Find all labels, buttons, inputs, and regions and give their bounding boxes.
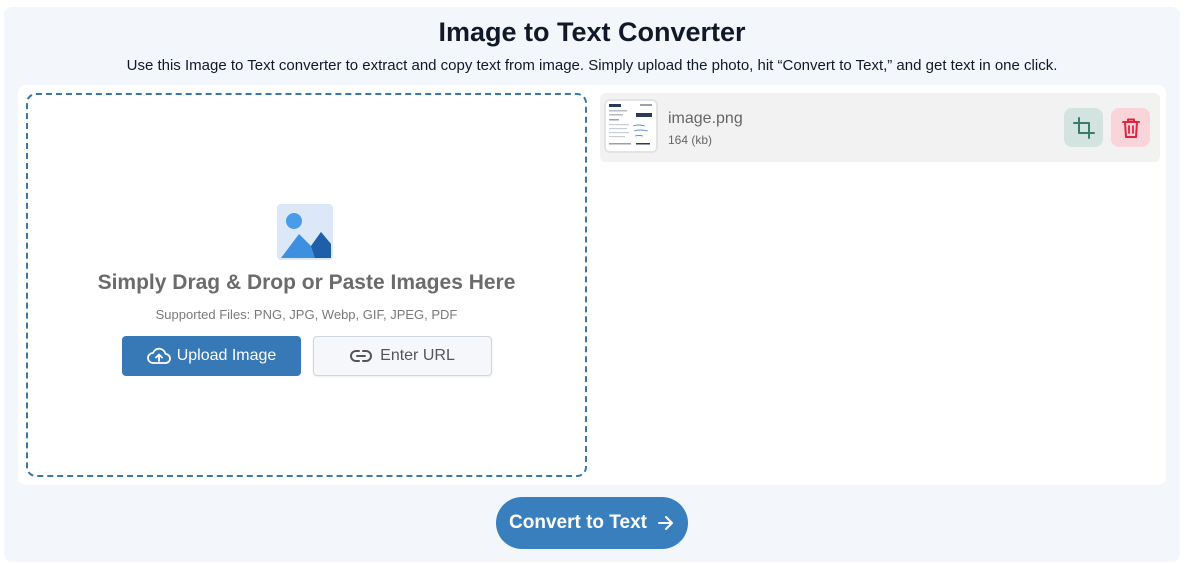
arrow-right-icon [657,515,675,531]
upload-image-label: Upload Image [176,347,277,364]
workspace: Simply Drag & Drop or Paste Images Here … [18,85,1166,485]
trash-icon [1121,117,1141,139]
uploaded-file-item: image.png 164 (kb) [600,93,1160,162]
crop-icon [1072,116,1095,139]
page-subtitle: Use this Image to Text converter to extr… [126,57,1058,74]
crop-button[interactable] [1064,108,1103,147]
drop-zone[interactable]: Simply Drag & Drop or Paste Images Here … [26,93,587,477]
converter-panel: Image to Text Converter Use this Image t… [4,7,1180,562]
enter-url-button[interactable]: Enter URL [313,336,492,376]
convert-to-text-button[interactable]: Convert to Text [496,497,688,549]
supported-files-text: Supported Files: PNG, JPG, Webp, GIF, JP… [155,307,458,322]
page-title: Image to Text Converter [438,17,746,47]
link-icon [350,349,373,363]
drop-heading: Simply Drag & Drop or Paste Images Here [97,271,516,294]
file-size: 164 (kb) [668,133,713,147]
delete-button[interactable] [1111,108,1150,147]
file-thumbnail [604,99,658,153]
convert-to-text-label: Convert to Text [509,512,647,533]
cloud-upload-icon [146,347,171,365]
image-placeholder-icon [277,204,333,260]
enter-url-label: Enter URL [380,347,455,364]
upload-image-button[interactable]: Upload Image [122,336,301,376]
file-name: image.png [668,110,743,127]
